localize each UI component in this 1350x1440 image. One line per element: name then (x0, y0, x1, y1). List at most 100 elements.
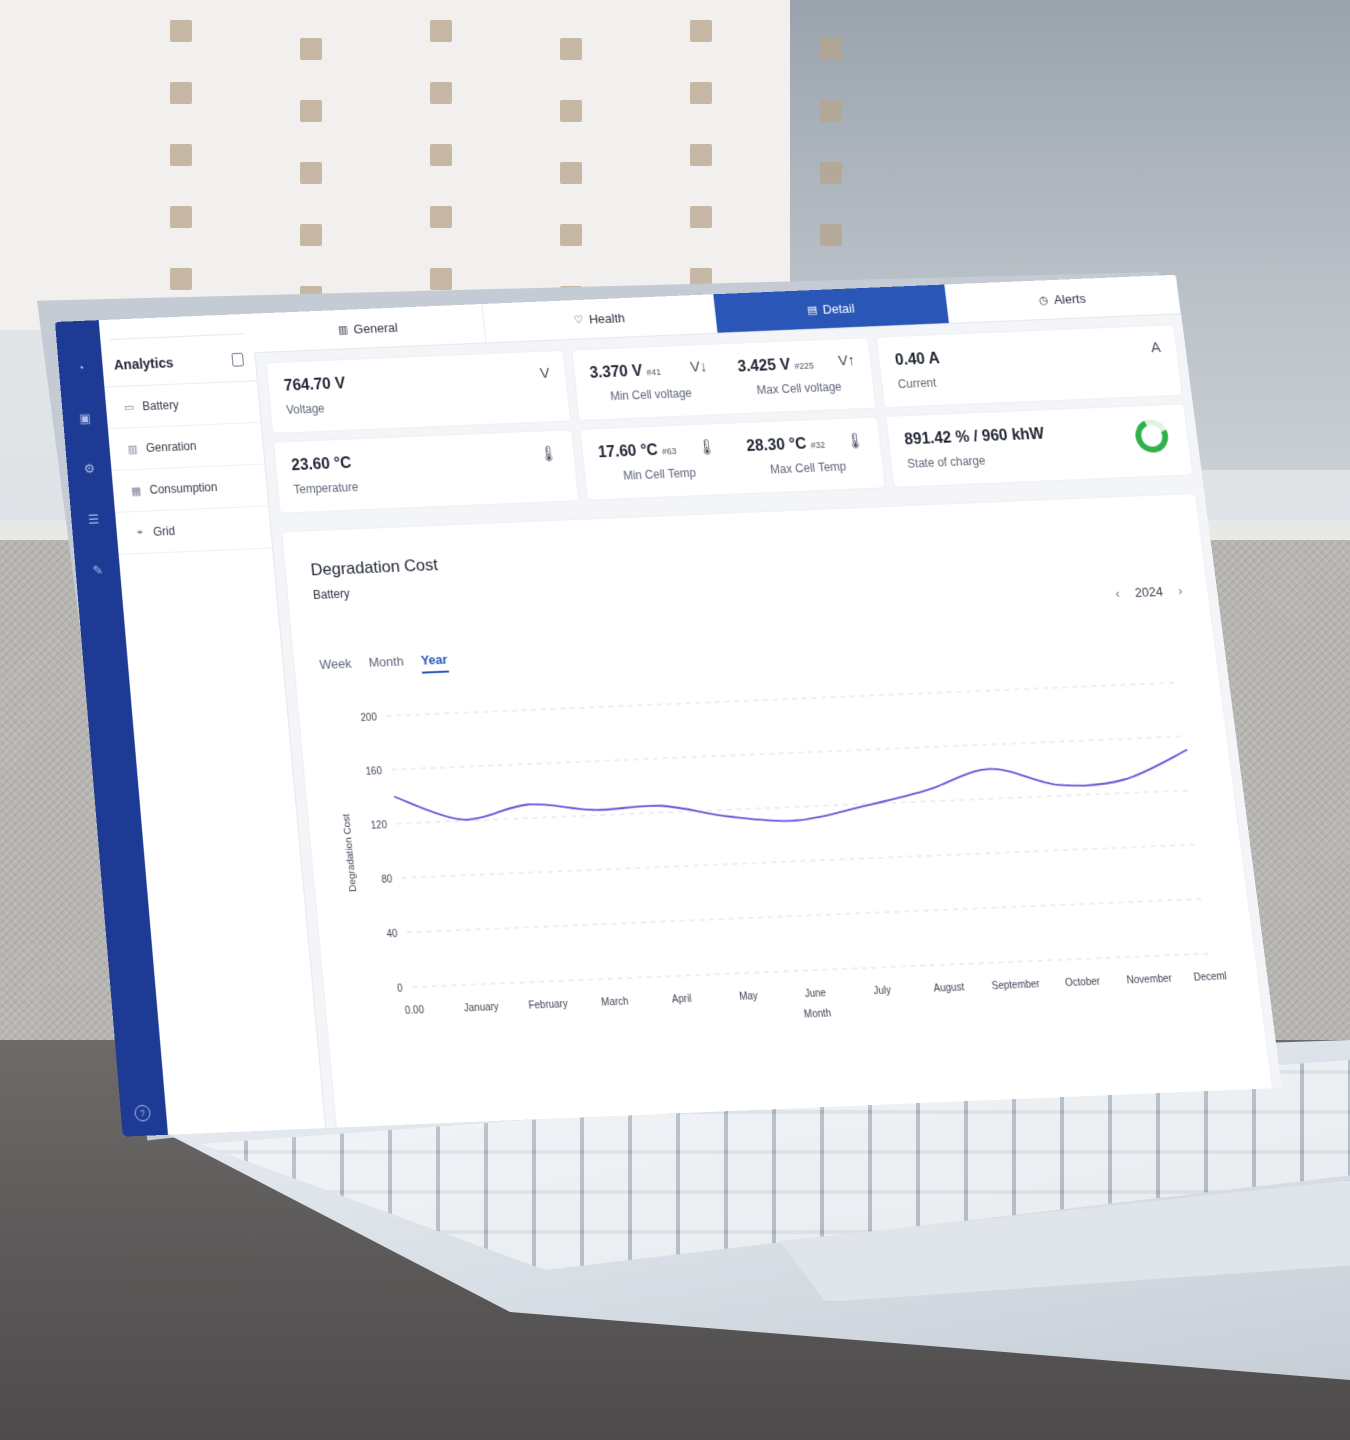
degradation-cost-card: Degradation Cost Battery ‹ 2024 › Week M… (282, 493, 1273, 1128)
max-cell-voltage-tag: #225 (794, 360, 815, 372)
health-icon: ♡ (573, 313, 584, 326)
voltage-label: Voltage (285, 401, 326, 417)
range-month[interactable]: Month (368, 654, 405, 676)
generation-icon: ▥ (127, 443, 139, 456)
temperature-value: 23.60 °C (290, 455, 352, 475)
voltage-down-icon: V↓ (689, 358, 708, 376)
min-cell-voltage-label: Min Cell voltage (609, 386, 693, 404)
current-value: 0.40 A (894, 350, 941, 369)
min-cell-temp: 17.60 °C #63 Min Cell Temp 🌡︎ (580, 424, 736, 500)
cell-temp-card: 17.60 °C #63 Min Cell Temp 🌡︎ 28.30 °C #… (580, 417, 886, 500)
grid-line (402, 844, 1199, 878)
sidebar-item-battery[interactable]: ▭ Battery (104, 381, 261, 430)
x-tick-label: 0.00 (404, 1005, 424, 1017)
min-cell-voltage: 3.370 V #41 Min Cell voltage V↓ (572, 344, 728, 420)
min-cell-voltage-tag: #41 (646, 367, 662, 378)
help-icon[interactable]: ? (133, 1104, 152, 1122)
x-tick-label: March (601, 996, 629, 1009)
ampere-unit-icon: A (1149, 339, 1162, 357)
thermometer-icon: 🌡︎ (845, 432, 866, 450)
analytics-icon[interactable]: ▣ (76, 409, 95, 427)
year-label: 2024 (1133, 584, 1164, 600)
sidebar-item-consumption[interactable]: ▦ Consumption (111, 464, 269, 513)
consumption-icon: ▦ (130, 484, 142, 498)
max-cell-voltage-value: 3.425 V (736, 356, 792, 376)
sidebar-item-label: Consumption (149, 480, 218, 497)
sidebar-item-grid[interactable]: ⌖ Grid (115, 506, 273, 555)
tab-health[interactable]: ♡ Health (482, 294, 718, 343)
chevron-right-icon[interactable]: › (1177, 583, 1183, 598)
degradation-series-line (393, 750, 1194, 838)
voltage-up-icon: V↑ (837, 352, 856, 370)
cell-voltage-card: 3.370 V #41 Min Cell voltage V↓ 3.425 V … (571, 338, 876, 421)
y-tick-label: 80 (381, 874, 393, 886)
min-cell-temp-tag: #63 (661, 446, 678, 457)
current-card: 0.40 A Current A (877, 325, 1182, 408)
chart-subtitle: Battery (312, 586, 351, 602)
x-axis-title: Month (803, 1008, 831, 1021)
voltage-unit-icon: V (539, 365, 551, 382)
clock-icon: ◷ (1038, 294, 1049, 307)
max-cell-temp-label: Max Cell Temp (769, 459, 847, 477)
grid-line (386, 683, 1178, 716)
x-tick-label: November (1126, 973, 1173, 987)
thermometer-icon: 🌡︎ (538, 445, 559, 463)
range-tabs: Week Month Year (319, 651, 449, 678)
tab-detail[interactable]: ▤ Detail (713, 284, 950, 333)
chart-title: Degradation Cost (309, 555, 439, 580)
temperature-label: Temperature (293, 480, 359, 497)
tab-general[interactable]: ▥ General (250, 304, 486, 353)
grid-line (392, 736, 1186, 769)
x-tick-label: September (991, 979, 1041, 993)
document-icon: ▤ (806, 303, 818, 316)
chevron-left-icon[interactable]: ‹ (1114, 586, 1120, 601)
state-of-charge-label: State of charge (906, 453, 987, 471)
temperature-card: 23.60 °C Temperature 🌡︎ (273, 430, 579, 513)
metric-cards: 764.70 V Voltage V 3.370 V #41 Min Cell … (266, 325, 1193, 513)
sidebar-item-label: Grid (152, 524, 176, 539)
x-tick-label: December (1193, 970, 1230, 984)
thermometer-icon: 🌡︎ (696, 438, 717, 457)
grid-tower-icon: ⌖ (136, 525, 144, 538)
y-tick-label: 0 (397, 983, 404, 995)
voltage-card: 764.70 V Voltage V (266, 350, 570, 433)
voltage-value: 764.70 V (283, 375, 346, 395)
min-cell-temp-value: 17.60 °C (597, 442, 659, 462)
grid-line (407, 899, 1206, 933)
x-tick-label: February (528, 999, 568, 1012)
sidebar-item-label: Genration (145, 439, 197, 455)
dashboard-icon[interactable]: ◔ (72, 359, 91, 377)
range-year[interactable]: Year (420, 651, 449, 674)
y-tick-label: 200 (360, 712, 377, 724)
max-cell-temp-value: 28.30 °C (745, 435, 808, 455)
laptop-screen: ◔ ▣ ⚙ ☰ ✎ ? Analytics ▭ Battery ▥ Genrat… (55, 274, 1282, 1137)
battery-icon: ▭ (123, 401, 135, 414)
tools-icon[interactable]: ✎ (88, 561, 107, 579)
range-week[interactable]: Week (319, 656, 353, 678)
chart-icon: ▥ (337, 323, 349, 336)
max-cell-voltage: 3.425 V #225 Max Cell voltage V↑ (720, 338, 876, 414)
y-axis-title: Degradation Cost (341, 813, 359, 892)
energy-icon[interactable]: ⚙ (80, 460, 99, 478)
x-tick-label: July (873, 985, 892, 997)
min-cell-temp-label: Min Cell Temp (622, 465, 697, 483)
y-tick-label: 40 (386, 928, 398, 940)
tab-label: Alerts (1052, 290, 1087, 307)
y-tick-label: 120 (370, 820, 387, 832)
y-tick-label: 160 (365, 766, 382, 778)
max-cell-voltage-label: Max Cell voltage (756, 379, 843, 398)
state-of-charge-value: 891.42 % / 960 khW (903, 425, 1046, 449)
max-cell-temp-tag: #32 (810, 439, 826, 451)
tab-label: General (352, 319, 399, 336)
degradation-line-chart: 0 40 80 120 160 200 0.00 January February March Ap… (341, 662, 1230, 1021)
sidebar-item-generation[interactable]: ▥ Genration (107, 422, 265, 471)
tab-alerts[interactable]: ◷ Alerts (944, 274, 1182, 323)
analytics-title: Analytics (113, 354, 174, 373)
reports-icon[interactable]: ☰ (84, 511, 103, 529)
tab-label: Health (588, 310, 626, 327)
max-cell-temp: 28.30 °C #32 Max Cell Temp 🌡︎ (729, 417, 886, 493)
collapse-panel-icon[interactable] (231, 352, 245, 367)
x-tick-label: January (463, 1001, 499, 1014)
x-tick-label: October (1065, 976, 1102, 989)
state-of-charge-card: 891.42 % / 960 khW State of charge (886, 404, 1193, 487)
